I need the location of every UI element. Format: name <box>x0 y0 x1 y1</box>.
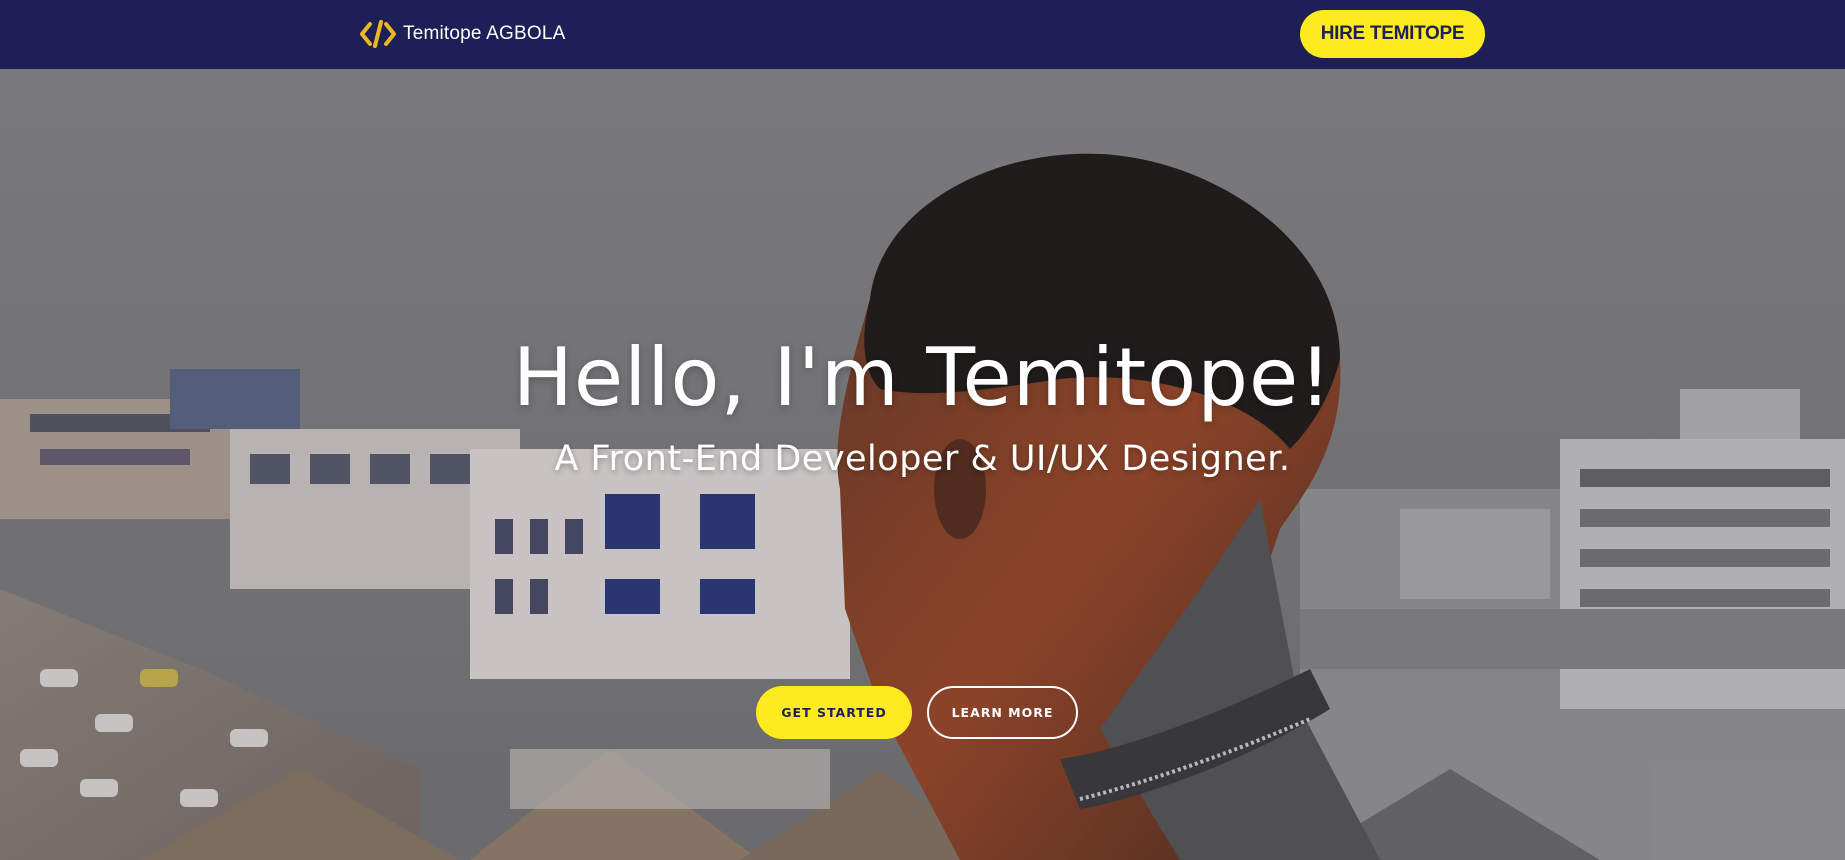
code-icon <box>360 20 396 48</box>
hero-cta-group: GET STARTED LEARN MORE <box>756 686 1078 739</box>
hero-headline: Hello, I'm Temitope! <box>512 331 1333 424</box>
brand-logo-link[interactable]: Temitope AGBOLA <box>359 18 565 50</box>
learn-more-button[interactable]: LEARN MORE <box>927 686 1078 739</box>
hero-section: Hello, I'm Temitope! A Front-End Develop… <box>0 69 1845 860</box>
hire-button[interactable]: HIRE TEMITOPE <box>1300 10 1485 58</box>
brand-name: Temitope AGBOLA <box>403 23 566 44</box>
hero-subheadline: A Front-End Developer & UI/UX Designer. <box>554 439 1291 479</box>
get-started-button[interactable]: GET STARTED <box>756 686 912 739</box>
top-navbar: Temitope AGBOLA HIRE TEMITOPE <box>0 0 1845 69</box>
